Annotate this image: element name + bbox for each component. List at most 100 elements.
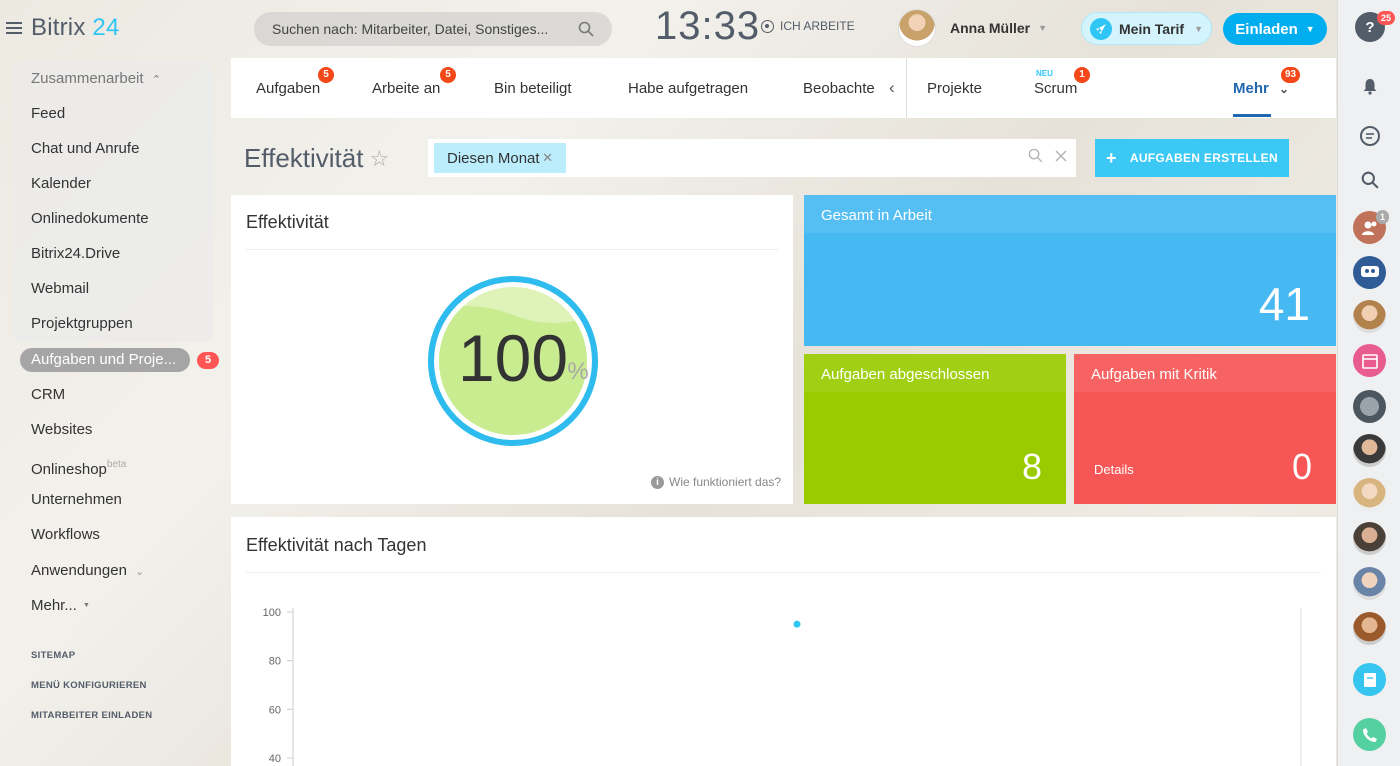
tab-working-on-badge: 5: [440, 67, 456, 83]
tile-in-progress-value: 41: [1258, 278, 1310, 330]
menu-item-tasks-label[interactable]: Aufgaben und Proje...: [31, 349, 176, 371]
menu-item-crm[interactable]: CRM: [31, 384, 65, 406]
scrum-new-tag: NEU: [1036, 69, 1053, 78]
search-icon[interactable]: [1353, 163, 1386, 196]
user-avatar-icon[interactable]: [1353, 434, 1386, 467]
user-avatar[interactable]: [898, 9, 936, 47]
tab-tasks[interactable]: Aufgaben: [256, 80, 320, 97]
menu-item-online-docs[interactable]: Onlinedokumente: [31, 208, 149, 230]
record-icon: [761, 19, 774, 33]
search-input[interactable]: Suchen nach: Mitarbeiter, Datei, Sonstig…: [272, 21, 578, 37]
data-point[interactable]: [793, 620, 801, 628]
effectiveness-card-title: Effektivität: [246, 212, 329, 232]
tab-tasks-badge: 5: [318, 67, 334, 83]
user-name: Anna Müller: [950, 20, 1031, 36]
tile-completed[interactable]: Aufgaben abgeschlossen 8: [804, 354, 1066, 504]
tab-more-label: Mehr: [1233, 80, 1269, 97]
tab-observing[interactable]: Beobachte: [803, 80, 875, 97]
menu-item-websites[interactable]: Websites: [31, 419, 92, 441]
invite-label: Einladen: [1235, 20, 1298, 38]
tile-in-progress[interactable]: Gesamt in Arbeit 41: [804, 195, 1336, 346]
daily-effectiveness-chart: 100 80 60 40: [263, 607, 1302, 766]
divider: [246, 249, 778, 250]
user-avatar-icon[interactable]: [1353, 612, 1386, 645]
tab-working-on[interactable]: Arbeite an: [372, 80, 440, 97]
phone-icon[interactable]: [1353, 718, 1386, 751]
tile-critical[interactable]: Aufgaben mit Kritik Details 0: [1074, 354, 1336, 504]
menu-item-webmail[interactable]: Webmail: [31, 278, 89, 300]
tab-assigned[interactable]: Habe aufgetragen: [628, 80, 748, 97]
calendar-icon[interactable]: [1353, 344, 1386, 377]
user-avatar-icon[interactable]: [1353, 522, 1386, 555]
work-status-button[interactable]: ICH ARBEITE: [761, 19, 855, 33]
search-icon[interactable]: [578, 21, 594, 37]
tabs-scroll-left-icon[interactable]: ‹: [889, 78, 895, 98]
tab-scrum[interactable]: Scrum: [1034, 80, 1077, 97]
page-title: Effektivität ☆: [244, 143, 389, 174]
clear-icon[interactable]: [1055, 149, 1067, 162]
effectiveness-gauge: 100 %: [428, 276, 598, 446]
caret-down-icon: ▼: [83, 602, 90, 609]
tab-scrum-badge: 1: [1074, 67, 1090, 83]
work-status-label: ICH ARBEITE: [780, 19, 855, 33]
chevron-down-icon: ⌄: [1279, 82, 1290, 96]
chevron-down-icon: ▼: [1038, 23, 1048, 33]
menu-item-company[interactable]: Unternehmen: [31, 489, 122, 511]
menu-item-chat[interactable]: Chat und Anrufe: [31, 138, 139, 160]
bell-icon[interactable]: [1353, 69, 1386, 102]
chevron-down-icon: ⌄: [135, 566, 145, 578]
tarif-label: Mein Tarif: [1119, 20, 1185, 37]
menu-item-drive[interactable]: Bitrix24.Drive: [31, 243, 120, 265]
chevron-up-icon: ⌃: [151, 74, 161, 86]
hamburger-menu-icon[interactable]: [6, 22, 22, 34]
chevron-down-icon: ▼: [1305, 24, 1315, 34]
global-search[interactable]: Suchen nach: Mitarbeiter, Datei, Sonstig…: [254, 12, 612, 46]
logo-main: Bitrix: [31, 14, 86, 41]
divider: [246, 572, 1321, 573]
sitemap-link[interactable]: SITEMAP: [31, 650, 75, 661]
star-icon[interactable]: ☆: [369, 146, 389, 172]
tab-more[interactable]: Mehr ⌄: [1233, 80, 1289, 97]
menu-item-onlineshop[interactable]: Onlineshopbeta: [31, 454, 127, 478]
group-avatar-icon[interactable]: [1353, 390, 1386, 423]
user-avatar-icon[interactable]: [1353, 567, 1386, 600]
help-link-text: Wie funktioniert das?: [669, 475, 782, 489]
invite-button[interactable]: Einladen ▼: [1223, 13, 1327, 45]
menu-item-workflows[interactable]: Workflows: [31, 524, 100, 546]
user-menu[interactable]: Anna Müller ▼: [950, 20, 1047, 36]
menu-item-workgroups[interactable]: Projektgruppen: [31, 313, 133, 335]
clock[interactable]: 13:33: [655, 4, 760, 49]
contacts-badge: 1: [1376, 210, 1390, 224]
menu-item-calendar[interactable]: Kalender: [31, 173, 91, 195]
tarif-button[interactable]: Mein Tarif ▼: [1081, 12, 1212, 45]
menu-item-more[interactable]: Mehr... ▼: [31, 595, 90, 617]
menu-item-feed[interactable]: Feed: [31, 103, 65, 125]
close-icon[interactable]: ✕: [542, 150, 553, 166]
tile-completed-value: 8: [1021, 446, 1042, 487]
user-avatar-icon[interactable]: [1353, 300, 1386, 333]
search-icon[interactable]: [1028, 148, 1043, 163]
menu-group-toggle[interactable]: Zusammenarbeit ⌃: [31, 68, 161, 90]
menu-item-onlineshop-label: Onlineshop: [31, 461, 107, 478]
invite-employees-link[interactable]: MITARBEITER EINLADEN: [31, 710, 152, 721]
create-tasks-button[interactable]: + AUFGABEN ERSTELLEN: [1095, 139, 1289, 177]
gauge-unit: %: [567, 358, 588, 385]
tab-more-badge: 93: [1281, 67, 1301, 83]
help-link[interactable]: i Wie funktioniert das?: [651, 475, 781, 489]
tab-projects[interactable]: Projekte: [927, 80, 982, 97]
document-icon[interactable]: [1353, 663, 1386, 696]
logo: Bitrix 24: [6, 14, 120, 42]
tab-participating[interactable]: Bin beteiligt: [494, 80, 572, 97]
active-tab-underline: [1233, 114, 1271, 117]
logo-text[interactable]: Bitrix 24: [31, 14, 120, 42]
filter-chip[interactable]: Diesen Monat ✕: [434, 143, 566, 173]
beta-tag: beta: [106, 459, 127, 470]
menu-item-applications[interactable]: Anwendungen ⌄: [31, 560, 144, 582]
user-avatar-icon[interactable]: [1353, 478, 1386, 511]
menu-item-more-label: Mehr...: [31, 597, 77, 614]
tile-completed-title: Aufgaben abgeschlossen: [821, 366, 990, 383]
group-chat-icon[interactable]: [1353, 256, 1386, 289]
tile-critical-details-link[interactable]: Details: [1094, 462, 1134, 477]
chat-icon[interactable]: [1353, 119, 1386, 152]
configure-menu-link[interactable]: MENÜ KONFIGURIEREN: [31, 680, 147, 691]
